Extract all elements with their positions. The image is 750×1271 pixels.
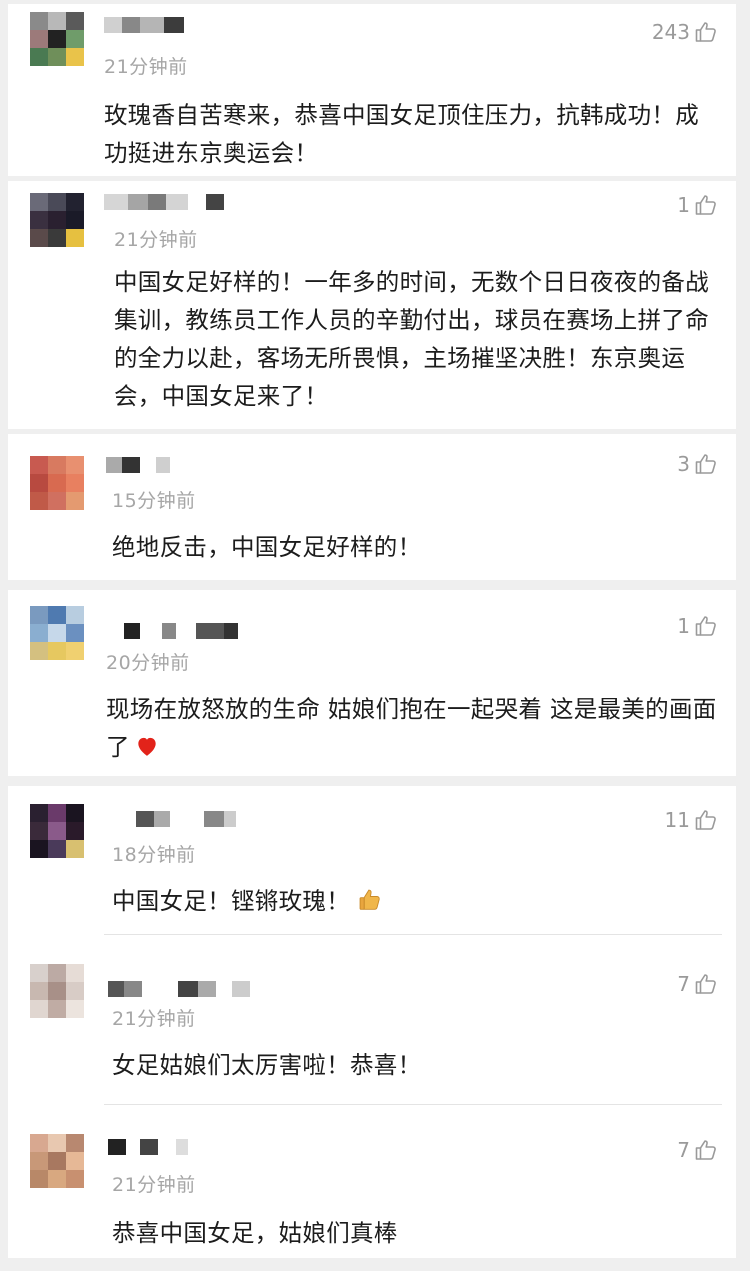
thumbs-up-outline-icon [695,616,716,636]
like-count: 3 [677,452,690,476]
red-heart-emoji [138,737,156,756]
username-blurred[interactable] [108,1138,188,1156]
like-count: 1 [677,614,690,638]
comment-time: 21分钟前 [114,229,198,251]
like-count: 7 [677,1138,690,1162]
thumbs-up-outline-icon [695,974,716,994]
like-button[interactable]: 3 [677,452,718,476]
comment-card: 21分钟前 243 玫瑰香自苦寒来，恭喜中国女足顶住压力，抗韩成功！成功挺进东京… [8,4,736,176]
comment-card: 21分钟前 1 中国女足好样的！一年多的时间，无数个日日夜夜的备战集训，教练员工… [8,181,736,429]
like-count: 11 [664,808,690,832]
user-avatar[interactable] [30,193,84,247]
like-button[interactable]: 1 [677,614,718,638]
comment-time: 18分钟前 [112,844,196,866]
username-blurred[interactable] [124,622,238,640]
comment-time: 15分钟前 [112,490,196,512]
user-avatar[interactable] [30,606,84,660]
comment-text: 中国女足好样的！一年多的时间，无数个日日夜夜的备战集训，教练员工作人员的辛勤付出… [114,268,709,410]
like-count: 7 [677,972,690,996]
comment-card: 20分钟前 1 现场在放怒放的生命 姑娘们抱在一起哭着 这是最美的画面了 [8,590,736,776]
like-button[interactable]: 7 [677,972,718,996]
comment-text: 恭喜中国女足，姑娘们真棒 [112,1219,398,1247]
comment-text-content: 中国女足！铿锵玫瑰！ [112,887,350,915]
user-avatar[interactable] [30,12,84,66]
user-avatar[interactable] [30,964,84,1018]
comment-time: 21分钟前 [104,56,188,78]
comment-time: 21分钟前 [112,1174,196,1196]
like-button[interactable]: 1 [677,193,718,217]
user-avatar[interactable] [30,456,84,510]
thumbs-up-outline-icon [695,454,716,474]
like-count: 1 [677,193,690,217]
user-avatar[interactable] [30,1134,84,1188]
comment-time: 21分钟前 [112,1008,196,1030]
thumbs-up-outline-icon [695,195,716,215]
user-avatar[interactable] [30,804,84,858]
thumbs-up-outline-icon [695,810,716,830]
like-button[interactable]: 243 [652,20,718,44]
username-blurred[interactable] [106,456,170,474]
username-blurred[interactable] [108,980,250,998]
username-blurred[interactable] [136,810,236,828]
comment-text: 女足姑娘们太厉害啦！恭喜！ [112,1051,422,1079]
thumbs-up-outline-icon [695,22,716,42]
comment-text-content: 现场在放怒放的生命 姑娘们抱在一起哭着 这是最美的画面了 [106,695,717,761]
comment-divider [104,934,722,935]
comment-card: 18分钟前 11 中国女足！铿锵玫瑰！ 21分钟前 7 女足姑娘们太厉害啦！恭喜… [8,786,736,1258]
thumbs-up-emoji [359,889,380,910]
like-count: 243 [651,20,690,44]
username-blurred[interactable] [104,16,184,34]
like-button[interactable]: 7 [677,1138,718,1162]
thumbs-up-outline-icon [695,1140,716,1160]
username-blurred[interactable] [104,193,224,211]
comment-text: 现场在放怒放的生命 姑娘们抱在一起哭着 这是最美的画面了 [106,690,722,766]
comment-text: 玫瑰香自苦寒来，恭喜中国女足顶住压力，抗韩成功！成功挺进东京奥运会！ [104,101,699,167]
comment-text: 中国女足！铿锵玫瑰！ [112,882,722,920]
comment-divider [104,1104,722,1105]
comment-time: 20分钟前 [106,652,190,674]
comment-card: 15分钟前 3 绝地反击，中国女足好样的！ [8,434,736,580]
like-button[interactable]: 11 [665,808,718,832]
comment-text: 绝地反击，中国女足好样的！ [112,533,422,561]
